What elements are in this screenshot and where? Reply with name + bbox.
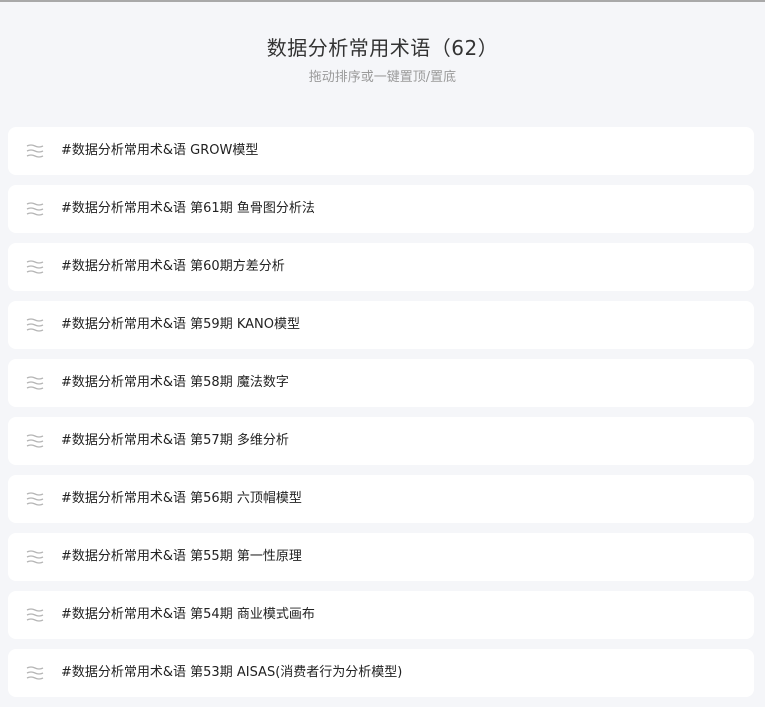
page-title: 数据分析常用术语（62） xyxy=(266,36,499,60)
list-item[interactable]: #数据分析常用术&语 第61期 鱼骨图分析法 xyxy=(8,185,754,233)
sortable-list: #数据分析常用术&语 GROW模型 #数据分析常用术&语 第61期 鱼骨图分析法 #… xyxy=(8,127,754,707)
list-item[interactable]: #数据分析常用术&语 第55期 第一性原理 xyxy=(8,533,754,581)
list-item[interactable]: #数据分析常用术&语 第53期 AISAS(消费者行为分析模型) xyxy=(8,649,754,697)
drag-handle-icon[interactable] xyxy=(25,259,45,275)
list-item-label: #数据分析常用术&语 第58期 魔法数字 xyxy=(61,375,289,390)
drag-handle-icon[interactable] xyxy=(25,143,45,159)
drag-handle-icon[interactable] xyxy=(25,375,45,391)
drag-handle-icon[interactable] xyxy=(25,317,45,333)
drag-handle-icon[interactable] xyxy=(25,433,45,449)
drag-handle-icon[interactable] xyxy=(25,201,45,217)
page-subtitle: 拖动排序或一键置顶/置底 xyxy=(308,70,457,85)
list-item[interactable]: #数据分析常用术&语 第56期 六顶帽模型 xyxy=(8,475,754,523)
drag-handle-icon[interactable] xyxy=(25,491,45,507)
list-item[interactable]: #数据分析常用术&语 第54期 商业模式画布 xyxy=(8,591,754,639)
list-item[interactable]: #数据分析常用术&语 第59期 KANO模型 xyxy=(8,301,754,349)
list-item[interactable]: #数据分析常用术&语 第57期 多维分析 xyxy=(8,417,754,465)
list-item[interactable]: #数据分析常用术&语 GROW模型 xyxy=(8,127,754,175)
list-item-label: #数据分析常用术&语 第55期 第一性原理 xyxy=(61,549,302,564)
list-item[interactable]: #数据分析常用术&语 第58期 魔法数字 xyxy=(8,359,754,407)
drag-handle-icon[interactable] xyxy=(25,665,45,681)
list-item-label: #数据分析常用术&语 第54期 商业模式画布 xyxy=(61,607,315,622)
list-item-label: #数据分析常用术&语 GROW模型 xyxy=(61,143,259,158)
list-item-label: #数据分析常用术&语 第56期 六顶帽模型 xyxy=(61,491,302,506)
top-border xyxy=(0,0,765,2)
list-item-label: #数据分析常用术&语 第53期 AISAS(消费者行为分析模型) xyxy=(61,665,403,680)
drag-handle-icon[interactable] xyxy=(25,607,45,623)
list-item-label: #数据分析常用术&语 第60期方差分析 xyxy=(61,259,285,274)
drag-handle-icon[interactable] xyxy=(25,549,45,565)
list-item-label: #数据分析常用术&语 第57期 多维分析 xyxy=(61,433,289,448)
list-item-label: #数据分析常用术&语 第61期 鱼骨图分析法 xyxy=(61,201,315,216)
list-item[interactable]: #数据分析常用术&语 第60期方差分析 xyxy=(8,243,754,291)
list-item-label: #数据分析常用术&语 第59期 KANO模型 xyxy=(61,317,300,332)
